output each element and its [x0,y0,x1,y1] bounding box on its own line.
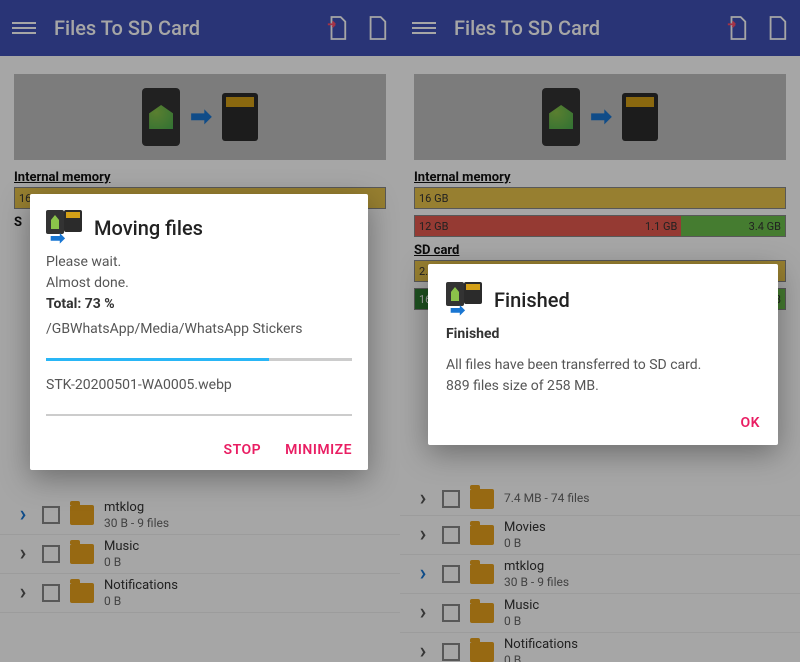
file-list: › 7.4 MB - 74 files › Movies 0 B › [400,482,800,662]
phone-icon [142,88,180,146]
folder-icon [470,564,494,584]
arrow-right-icon: ➡ [590,102,612,132]
checkbox[interactable] [42,545,60,563]
app-bar: Files To SD Card [0,0,400,56]
list-item[interactable]: › Notifications 0 B [400,633,800,662]
checkbox[interactable] [442,526,460,544]
hero-illustration: ➡ [414,74,786,160]
move-file-icon[interactable] [726,15,748,41]
transfer-icon: ➡ [46,210,82,246]
list-item[interactable]: › Movies 0 B [400,516,800,555]
progress-bar [46,358,352,361]
checkbox[interactable] [442,604,460,622]
divider [46,414,352,416]
sdcard-icon [222,93,258,141]
menu-icon[interactable] [12,16,36,40]
chevron-right-icon[interactable]: › [14,580,32,605]
dialog-title: Moving files [94,216,203,240]
list-item[interactable]: › Music 0 B [400,594,800,633]
screen-right: Files To SD Card ➡ Internal memory 16 GB… [400,0,800,662]
dialog-text: All files have been transferred to SD ca… [446,355,760,376]
internal-memory-label: Internal memory [414,170,786,185]
folder-icon [70,583,94,603]
app-bar: Files To SD Card [400,0,800,56]
dialog-heading: Finished [446,324,760,345]
folder-icon [470,642,494,662]
menu-icon[interactable] [412,16,436,40]
current-path: /GBWhatsApp/Media/WhatsApp Stickers [46,319,352,340]
dialog-title: Finished [494,288,570,312]
checkbox[interactable] [442,490,460,508]
chevron-right-icon[interactable]: › [414,639,432,662]
hero-illustration: ➡ [14,74,386,160]
list-item[interactable]: › mtklog 30 B - 9 files [400,555,800,594]
folder-icon [470,603,494,623]
internal-memory-label: Internal memory [14,170,386,185]
minimize-button[interactable]: MINIMIZE [285,442,352,458]
file-list: › mtklog 30 B - 9 files › Music 0 B › [0,496,400,613]
transfer-icon: ➡ [446,282,482,318]
checkbox[interactable] [442,565,460,583]
chevron-right-icon[interactable]: › [414,522,432,547]
arrow-right-icon: ➡ [190,102,212,132]
file-icon[interactable] [366,15,388,41]
ok-button[interactable]: OK [740,415,760,431]
checkbox[interactable] [42,584,60,602]
chevron-right-icon[interactable]: › [414,561,432,586]
checkbox[interactable] [42,506,60,524]
current-file: STK-20200501-WA0005.webp [46,375,352,396]
dialog-line: Almost done. [46,273,352,294]
sdcard-icon [622,93,658,141]
moving-files-dialog: ➡ Moving files Please wait. Almost done.… [30,194,368,470]
folder-icon [470,525,494,545]
move-file-icon[interactable] [326,15,348,41]
chevron-right-icon[interactable]: › [14,541,32,566]
sd-card-label: SD card [414,243,786,258]
app-title: Files To SD Card [454,16,708,40]
list-item[interactable]: › Music 0 B [0,535,400,574]
finished-dialog: ➡ Finished Finished All files have been … [428,264,778,445]
file-icon[interactable] [766,15,788,41]
list-item[interactable]: › 7.4 MB - 74 files [400,482,800,516]
internal-memory-bar: 16 GB [414,187,786,209]
dialog-text: 889 files size of 258 MB. [446,376,760,397]
dialog-line: Please wait. [46,252,352,273]
chevron-right-icon[interactable]: › [414,600,432,625]
total-percent: Total: 73 % [46,294,352,315]
folder-icon [70,544,94,564]
phone-icon [542,88,580,146]
chevron-right-icon[interactable]: › [14,502,32,527]
checkbox[interactable] [442,643,460,661]
app-title: Files To SD Card [54,16,308,40]
list-item[interactable]: › mtklog 30 B - 9 files [0,496,400,535]
internal-memory-used-bar: 12 GB1.1 GB 3.4 GB [414,215,786,237]
folder-icon [70,505,94,525]
chevron-right-icon[interactable]: › [414,486,432,511]
screen-left: Files To SD Card ➡ Internal memory 16 GB… [0,0,400,662]
stop-button[interactable]: STOP [224,442,262,458]
folder-icon [470,489,494,509]
list-item[interactable]: › Notifications 0 B [0,574,400,613]
